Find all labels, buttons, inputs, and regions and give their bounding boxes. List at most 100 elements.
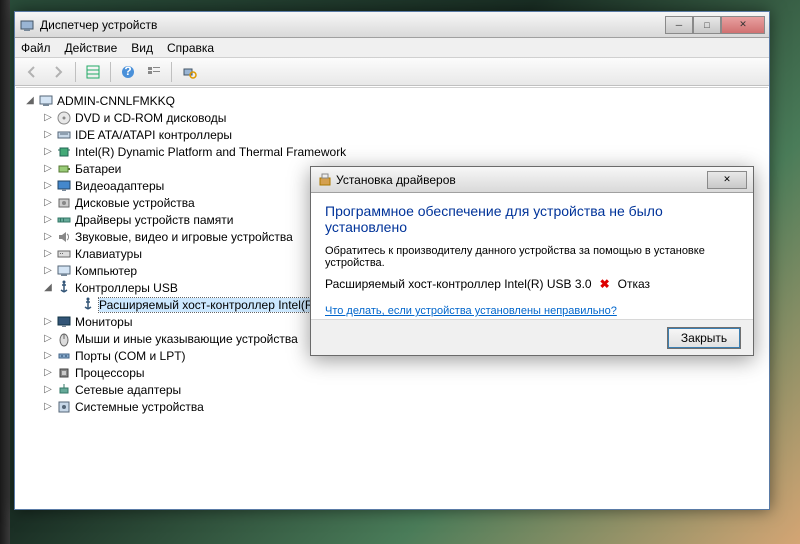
sys-icon [56, 399, 72, 415]
maximize-button[interactable]: □ [693, 16, 721, 34]
expand-icon[interactable]: ▷ [42, 333, 54, 345]
desktop-taskbar-edge [0, 0, 10, 544]
menu-help[interactable]: Справка [167, 41, 214, 55]
help-link[interactable]: Что делать, если устройства установлены … [325, 305, 617, 317]
dialog-body: Программное обеспечение для устройства н… [311, 193, 753, 327]
help-button[interactable]: ? [117, 61, 139, 83]
tree-item[interactable]: ▷ DVD и CD-ROM дисководы [16, 109, 768, 126]
chip-icon [56, 144, 72, 160]
installer-icon [317, 172, 333, 188]
tree-item[interactable]: ▷ Сетевые адаптеры [16, 381, 768, 398]
disc-icon [56, 110, 72, 126]
dialog-close-button[interactable]: ✕ [707, 171, 747, 189]
keyboard-icon [56, 246, 72, 262]
close-button[interactable]: ✕ [721, 16, 765, 34]
tree-item-label: Клавиатуры [75, 247, 142, 261]
cpu-icon [56, 365, 72, 381]
tree-item-label: IDE ATA/ATAPI контроллеры [75, 128, 232, 142]
list-button[interactable] [143, 61, 165, 83]
battery-icon [56, 161, 72, 177]
ide-icon [56, 127, 72, 143]
tree-root-label: ADMIN-CNNLFMKKQ [57, 94, 175, 108]
expand-icon[interactable]: ▷ [42, 231, 54, 243]
tree-item-label: Процессоры [75, 366, 145, 380]
tree-item-label: Системные устройства [75, 400, 204, 414]
dialog-message: Обратитесь к производителу данного устро… [325, 245, 739, 269]
toolbar: ? [15, 58, 769, 86]
mem-icon [56, 212, 72, 228]
net-icon [56, 382, 72, 398]
tree-item-label: Сетевые адаптеры [75, 383, 181, 397]
toolbar-separator [171, 62, 172, 82]
device-status: Отказ [618, 277, 650, 291]
dialog-device-row: Расширяемый хост-контроллер Intel(R) USB… [325, 277, 739, 291]
dialog-heading: Программное обеспечение для устройства н… [325, 203, 739, 235]
tree-item[interactable]: ▷ Системные устройства [16, 398, 768, 415]
error-icon: ✖ [600, 277, 610, 291]
tree-item-label: Порты (COM и LPT) [75, 349, 186, 363]
tree-item-label: DVD и CD-ROM дисководы [75, 111, 226, 125]
tree-item[interactable]: ▷ Процессоры [16, 364, 768, 381]
computer-icon [38, 93, 54, 109]
tree-root[interactable]: ◢ ADMIN-CNNLFMKKQ [16, 92, 768, 109]
svg-text:?: ? [124, 64, 131, 78]
expand-icon[interactable]: ▷ [42, 316, 54, 328]
tree-item-label: Intel(R) Dynamic Platform and Thermal Fr… [75, 145, 346, 159]
tree-item-label: Видеоадаптеры [75, 179, 164, 193]
collapse-icon[interactable]: ◢ [24, 95, 36, 107]
menubar: Файл Действие Вид Справка [15, 38, 769, 58]
expand-icon[interactable]: ▷ [42, 248, 54, 260]
scan-hardware-button[interactable] [178, 61, 200, 83]
expand-icon[interactable]: ▷ [42, 214, 54, 226]
mouse-icon [56, 331, 72, 347]
dialog-footer: Закрыть [311, 319, 753, 355]
titlebar[interactable]: Диспетчер устройств ─ □ ✕ [15, 12, 769, 38]
close-dialog-button[interactable]: Закрыть [667, 327, 741, 349]
disk-icon [56, 195, 72, 211]
tree-item[interactable]: ▷ IDE ATA/ATAPI контроллеры [16, 126, 768, 143]
tree-item-label: Компьютер [75, 264, 137, 278]
expand-icon[interactable]: ▷ [42, 180, 54, 192]
minimize-button[interactable]: ─ [665, 16, 693, 34]
expand-icon[interactable]: ▷ [42, 367, 54, 379]
driver-install-dialog: Установка драйверов ✕ Программное обеспе… [310, 166, 754, 356]
expand-icon[interactable]: ▷ [42, 129, 54, 141]
tree-child-label: Расширяемый хост-контроллер Intel(R) USB [99, 298, 346, 312]
tree-item[interactable]: ▷ Intel(R) Dynamic Platform and Thermal F… [16, 143, 768, 160]
tree-item-label: Драйверы устройств памяти [75, 213, 233, 227]
expand-icon[interactable]: ▷ [42, 197, 54, 209]
forward-button [47, 61, 69, 83]
menu-file[interactable]: Файл [21, 41, 51, 55]
tree-item-label: Дисковые устройства [75, 196, 195, 210]
dialog-title: Установка драйверов [336, 173, 707, 187]
tree-item-label: Мыши и иные указывающие устройства [75, 332, 298, 346]
usb-icon [80, 297, 96, 313]
monitor-icon [56, 314, 72, 330]
details-view-button[interactable] [82, 61, 104, 83]
device-name: Расширяемый хост-контроллер Intel(R) USB… [325, 277, 592, 291]
expand-icon[interactable]: ▷ [42, 163, 54, 175]
tree-item-label: Батареи [75, 162, 121, 176]
expand-icon[interactable]: ▷ [42, 350, 54, 362]
menu-action[interactable]: Действие [65, 41, 118, 55]
app-icon [19, 17, 35, 33]
computer-icon [56, 263, 72, 279]
tree-item-label: Мониторы [75, 315, 132, 329]
toolbar-separator [110, 62, 111, 82]
dialog-titlebar[interactable]: Установка драйверов ✕ [311, 167, 753, 193]
tree-item-label: Звуковые, видео и игровые устройства [75, 230, 293, 244]
display-icon [56, 178, 72, 194]
back-button [21, 61, 43, 83]
expand-icon[interactable]: ◢ [42, 282, 54, 294]
expand-icon[interactable]: ▷ [42, 146, 54, 158]
menu-view[interactable]: Вид [131, 41, 153, 55]
usb-icon [56, 280, 72, 296]
expand-icon[interactable]: ▷ [42, 112, 54, 124]
expand-icon[interactable]: ▷ [42, 401, 54, 413]
port-icon [56, 348, 72, 364]
toolbar-separator [75, 62, 76, 82]
window-title: Диспетчер устройств [40, 18, 665, 32]
tree-item-label: Контроллеры USB [75, 281, 178, 295]
expand-icon[interactable]: ▷ [42, 265, 54, 277]
expand-icon[interactable]: ▷ [42, 384, 54, 396]
